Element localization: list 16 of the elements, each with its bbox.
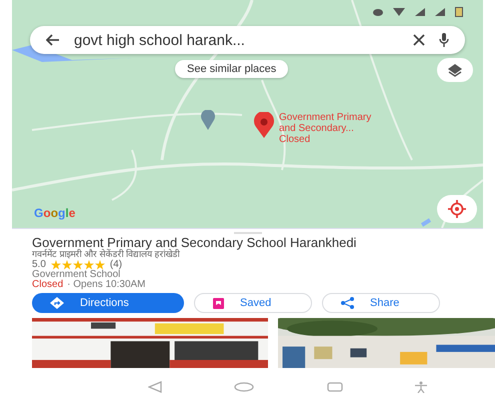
place-category: Government School: [32, 270, 120, 280]
rating-value: 5.0: [32, 260, 46, 270]
share-button[interactable]: Share: [322, 293, 440, 313]
review-count: (4): [110, 260, 122, 270]
map-pin-label: Government Primary: [279, 112, 372, 123]
google-logo: Google: [34, 206, 76, 220]
saved-button[interactable]: Saved: [194, 293, 312, 313]
open-status: Closed: [32, 280, 64, 290]
directions-button[interactable]: Directions: [32, 293, 184, 313]
map-pin-label: and Secondary...: [279, 123, 355, 134]
map-pin-status: Closed: [279, 134, 312, 145]
opening-hours: · Opens 10:30AM: [67, 280, 146, 290]
place-local-name: गवर्नमेंट प्राइमरी और सेकेंडरी विद्यालय हरांखेडी: [32, 249, 181, 260]
see-similar-places-button[interactable]: See similar places: [175, 60, 288, 78]
search-field[interactable]: govt high school harank...: [30, 26, 465, 54]
place-name: Government Primary and Secondary School Harankhedi: [32, 236, 358, 249]
